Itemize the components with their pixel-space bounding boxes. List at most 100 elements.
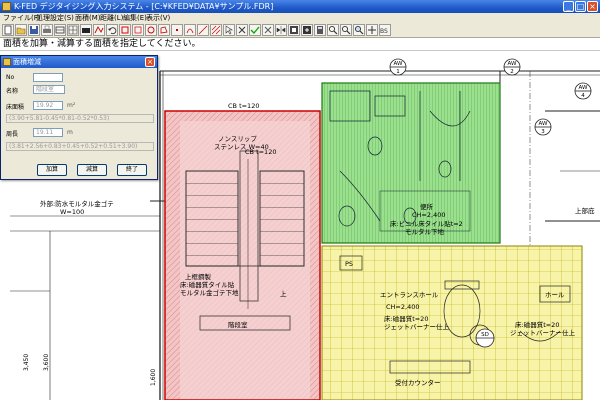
aw1-label: AW — [394, 61, 403, 67]
label-nonslip: ノンスリップ — [218, 135, 257, 143]
menu-view[interactable]: 表示(V) — [146, 13, 170, 23]
area-adjust-dialog: 面積増減 × No 名称 階段室 床面積 19.92 m² (3.90+5.81… — [0, 55, 158, 180]
toolbar: BS — [0, 23, 600, 38]
menu-distance[interactable]: 距離(L) — [100, 13, 123, 23]
label-tile-note: 床:磁器質t=20 — [515, 320, 559, 329]
dim-3450: 3,450 — [23, 354, 30, 371]
minimize-button[interactable]: _ — [563, 1, 574, 12]
label-counter: 受付カウンター — [395, 378, 441, 387]
label-nonslip-2: ステンレス W=40 — [214, 143, 269, 151]
command-prompt: 面積を加算・減算する面積を指定してください。 — [0, 38, 600, 51]
bs-icon[interactable]: BS — [379, 24, 391, 36]
finish-button[interactable]: 終了 — [117, 164, 147, 176]
digitizer-icon[interactable] — [80, 24, 92, 36]
label-dryarea-2: W=100 — [60, 208, 84, 216]
aw3-number: 3 — [541, 129, 545, 135]
open-folder-icon[interactable] — [15, 24, 27, 36]
perimeter-label: 周長 — [6, 131, 19, 138]
area-label: 床面積 — [6, 104, 25, 111]
label-tile-note-2: ジェットバーナー仕上 — [510, 328, 576, 337]
circle-icon[interactable] — [145, 24, 157, 36]
svg-text:BS: BS — [380, 28, 388, 35]
undo-icon[interactable] — [106, 24, 118, 36]
hatch-icon[interactable] — [210, 24, 222, 36]
app-icon — [2, 2, 11, 11]
perimeter-formula-field: (3.81+2.56+0.83+0.45+0.52+0.51+3.90) — [6, 142, 154, 151]
polygon-icon[interactable] — [158, 24, 170, 36]
dialog-app-icon — [3, 58, 11, 66]
label-ent-note-2: ジェットバーナー仕上 — [384, 322, 450, 331]
save-icon[interactable] — [28, 24, 40, 36]
menu-area[interactable]: 面積(M) — [75, 13, 101, 23]
name-field[interactable]: 階段室 — [33, 85, 65, 94]
label-floor-note-2: 床:磁器質タイル貼 — [180, 280, 235, 289]
area-unit: m² — [67, 102, 76, 109]
lavatory-area[interactable] — [321, 82, 501, 244]
new-file-icon[interactable] — [2, 24, 14, 36]
polyline-icon[interactable] — [93, 24, 105, 36]
rectangle-red-icon[interactable] — [119, 24, 131, 36]
zoom-out-icon[interactable] — [340, 24, 352, 36]
dialog-title: 面積増減 — [13, 58, 41, 66]
print-icon[interactable] — [41, 24, 53, 36]
grid-icon[interactable] — [67, 24, 79, 36]
no-field[interactable] — [33, 73, 63, 82]
close-x-icon[interactable] — [262, 24, 274, 36]
mirror-icon[interactable] — [275, 24, 287, 36]
delete-x-icon[interactable] — [236, 24, 248, 36]
select-icon[interactable] — [223, 24, 235, 36]
close-button[interactable]: × — [587, 1, 598, 12]
pan-icon[interactable] — [366, 24, 378, 36]
aw2-label: AW — [508, 61, 517, 67]
rectangle-outline-icon[interactable] — [132, 24, 144, 36]
label-lav-note: 床:ビニル床タイル貼t=2 — [390, 219, 463, 228]
perimeter-unit: m — [67, 129, 73, 136]
menu-edit[interactable]: 編集(E) — [123, 13, 147, 23]
menu-file[interactable]: ファイル(F) — [3, 13, 41, 23]
aw2-number: 2 — [510, 69, 514, 75]
application-window: K-FED デジタイジング入力システム - [C:¥KFED¥DATA¥サンプル… — [0, 0, 600, 400]
label-lav-size: CH=2,400 — [412, 211, 445, 219]
label-lavatory: 便所 — [420, 202, 434, 211]
point-icon[interactable] — [171, 24, 183, 36]
subtract-button[interactable]: 減算 — [77, 164, 107, 176]
check-icon[interactable] — [249, 24, 261, 36]
no-label: No — [6, 74, 15, 81]
label-ent-size: CH=2,400 — [386, 303, 419, 311]
label-ps: PS — [345, 260, 353, 268]
area-formula-field: (3.90+5.81-0.45*0.81-0.52*0.53) — [6, 114, 154, 123]
label-lav-note-2: モルタル下地 — [405, 227, 445, 236]
perimeter-field[interactable]: 19.11 — [33, 128, 63, 137]
dialog-close-button[interactable]: × — [145, 57, 155, 67]
aw3-label: AW — [539, 121, 548, 127]
area-calc-icon[interactable] — [301, 24, 313, 36]
area-icon[interactable] — [288, 24, 300, 36]
label-floor-note-3: モルタル金ゴテ下地 — [180, 288, 239, 297]
name-label: 名称 — [6, 88, 19, 95]
window-title: K-FED デジタイジング入力システム - [C:¥KFED¥DATA¥サンプル… — [14, 2, 274, 11]
dialog-title-bar: 面積増減 × — [1, 56, 157, 68]
label-stair-room: 階段室 — [228, 320, 248, 329]
area-field[interactable]: 19.92 — [33, 101, 63, 110]
label-ent-note: 床:磁器質t=20 — [384, 314, 428, 323]
dim-3600: 3,600 — [43, 354, 50, 371]
label-hall: ホール — [545, 291, 565, 299]
add-button[interactable]: 加算 — [37, 164, 67, 176]
maximize-button[interactable]: □ — [575, 1, 586, 12]
aw4-number: 4 — [581, 93, 585, 99]
sd-label: SD — [481, 332, 489, 338]
calculator-icon[interactable] — [314, 24, 326, 36]
layout-icon[interactable] — [54, 24, 66, 36]
label-step: 上 — [280, 289, 287, 298]
zoom-in-icon[interactable] — [327, 24, 339, 36]
menu-bar: ファイル(F) 処理設定(S) 面積(M) 距離(L) 編集(E) 表示(V) — [0, 13, 600, 23]
label-canopy: 上部庇 — [575, 206, 595, 215]
arc-icon[interactable] — [184, 24, 196, 36]
title-bar: K-FED デジタイジング入力システム - [C:¥KFED¥DATA¥サンプル… — [0, 0, 600, 13]
label-cb1: CB t=120 — [228, 102, 259, 110]
label-entrance: エントランスホール — [380, 291, 439, 299]
menu-settings[interactable]: 処理設定(S) — [36, 13, 74, 23]
zoom-window-icon[interactable] — [353, 24, 365, 36]
line-icon[interactable] — [197, 24, 209, 36]
aw1-number: 1 — [396, 69, 400, 75]
